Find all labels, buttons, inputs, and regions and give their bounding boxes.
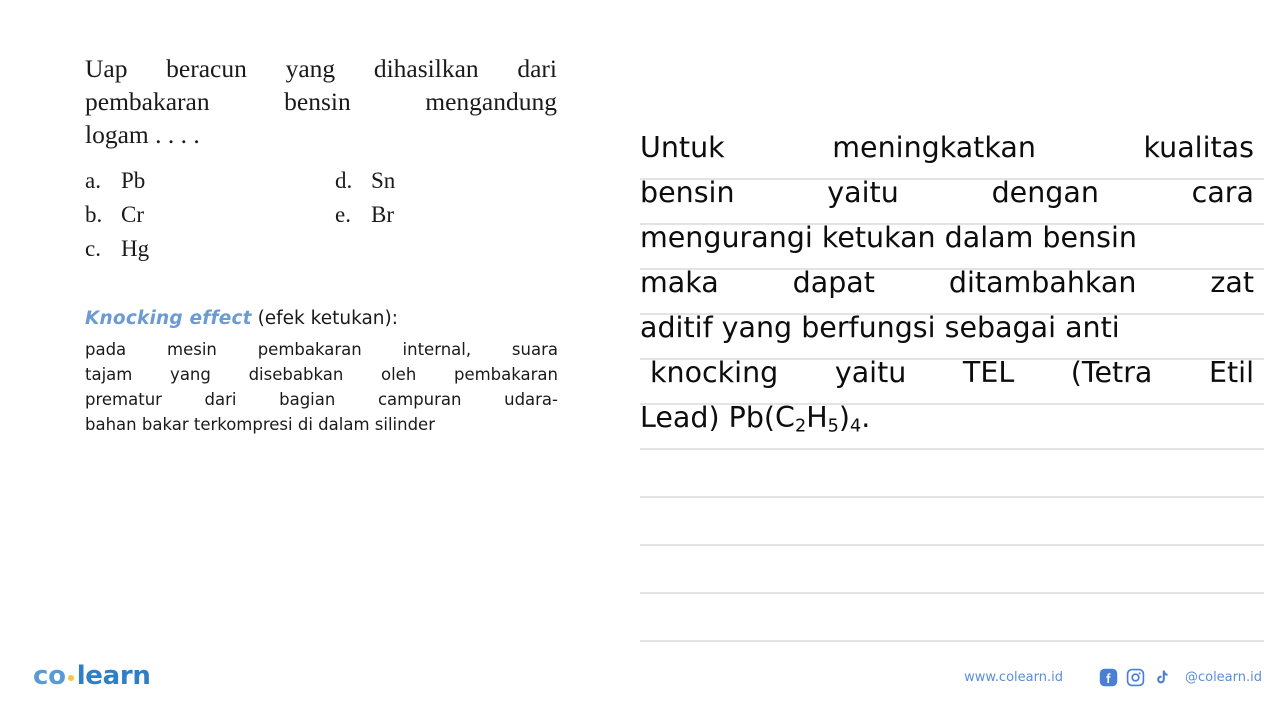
logo-dot-icon [67, 675, 74, 681]
tiktok-icon[interactable] [1153, 668, 1172, 687]
option-a[interactable]: a. Pb [85, 168, 335, 194]
answer-pane: Untuk meningkatkan kualitas bensin yaitu… [620, 0, 1280, 720]
option-letter: e. [335, 202, 351, 227]
option-letter: d. [335, 168, 353, 193]
answer-text: Untuk meningkatkan kualitas bensin yaitu… [640, 126, 1254, 441]
question-stem-line: logam . . . . [85, 120, 200, 149]
logo-text-learn: learn [76, 661, 151, 691]
option-e[interactable]: e. Br [335, 202, 394, 228]
option-d[interactable]: d. Sn [335, 168, 395, 194]
question-stem: Uap beracun yang dihasilkan dari pembaka… [85, 52, 557, 151]
option-text: Pb [121, 168, 146, 193]
site-url[interactable]: www.colearn.id [964, 670, 1063, 685]
answer-line: maka dapat ditambahkan zat [640, 266, 1254, 299]
explanation-title: Knocking effect (efek ketukan): [85, 306, 558, 332]
rule-line [640, 448, 1264, 450]
instagram-icon[interactable] [1126, 668, 1145, 687]
formula-sub-5: 5 [827, 416, 839, 437]
question-stem-line: pembakaran bensin mengandung [85, 87, 557, 116]
formula-sub-4: 4 [849, 416, 862, 437]
formula-period: . [861, 401, 871, 434]
option-letter: b. [85, 202, 103, 227]
explanation-block: Knocking effect (efek ketukan): pada mes… [85, 306, 558, 437]
option-text: Sn [371, 168, 396, 193]
rule-line [640, 640, 1264, 642]
explanation-line: pada mesin pembakaran internal, suara [85, 340, 558, 359]
colearn-logo: co learn [33, 661, 151, 691]
explanation-gloss: (efek ketukan): [251, 308, 398, 329]
explanation-line: bahan bakar terkompresi di dalam silinde… [85, 415, 435, 434]
footer-right: www.colearn.id @colearn.id [964, 668, 1262, 687]
option-row: c. Hg [85, 236, 505, 270]
option-text: Hg [121, 236, 150, 261]
option-text: Br [371, 202, 394, 227]
explanation-line: tajam yang disebabkan oleh pembakaran [85, 365, 558, 384]
question-stem-line: Uap beracun yang dihasilkan dari [85, 54, 557, 83]
formula-mid: H [806, 401, 828, 434]
rule-line [640, 496, 1264, 498]
answer-line: Untuk meningkatkan kualitas [640, 131, 1254, 164]
formula-sub-2: 2 [794, 416, 807, 437]
facebook-icon[interactable] [1099, 668, 1118, 687]
question-pane: Uap beracun yang dihasilkan dari pembaka… [0, 0, 620, 720]
footer: co learn www.colearn.id @colearn.id [0, 648, 1280, 720]
option-row: b. Cr e. Br [85, 202, 505, 236]
explanation-term: Knocking effect [85, 308, 252, 329]
option-text: Cr [121, 202, 144, 227]
option-b[interactable]: b. Cr [85, 202, 335, 228]
formula-suffix: ) [838, 401, 850, 434]
logo-text-co: co [33, 661, 66, 691]
option-letter: c. [85, 236, 101, 261]
answer-line: knocking yaitu TEL (Tetra Etil [650, 356, 1254, 389]
option-letter: a. [85, 168, 101, 193]
social-handle[interactable]: @colearn.id [1185, 670, 1262, 685]
answer-line: aditif yang berfungsi sebagai anti [640, 311, 1120, 344]
option-row: a. Pb d. Sn [85, 168, 505, 202]
answer-line: mengurangi ketukan dalam bensin [640, 221, 1137, 254]
answer-line: bensin yaitu dengan cara [640, 176, 1254, 209]
formula-prefix: Lead) Pb(C [640, 401, 795, 434]
explanation-line: prematur dari bagian campuran udara- [85, 390, 558, 409]
explanation-body: pada mesin pembakaran internal, suara ta… [85, 337, 558, 437]
rule-line [640, 544, 1264, 546]
answer-formula-line: Lead) Pb(C2H5)4. [640, 396, 1254, 441]
answer-options-list: a. Pb d. Sn b. Cr e. Br c. Hg [85, 168, 505, 270]
rule-line [640, 592, 1264, 594]
option-c[interactable]: c. Hg [85, 236, 335, 262]
